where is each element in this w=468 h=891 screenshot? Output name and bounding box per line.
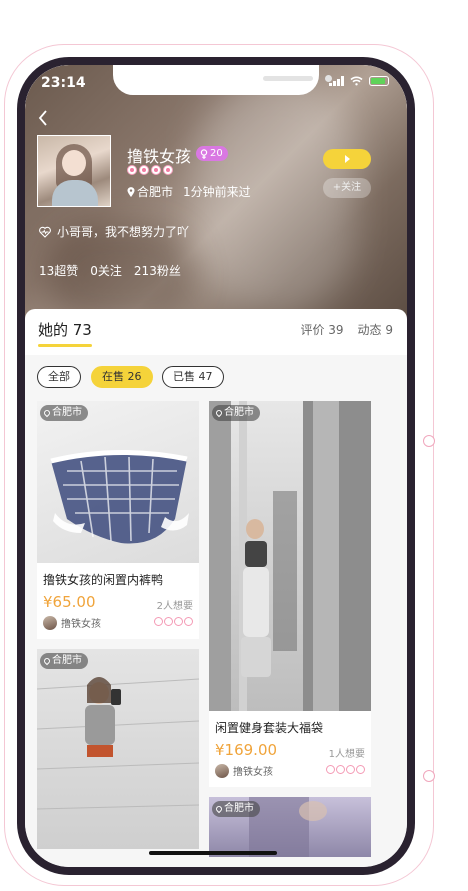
product-title: 撸铁女孩的闲置内裤鸭 bbox=[43, 573, 164, 587]
seller-avatar bbox=[43, 615, 57, 630]
seller-hearts bbox=[154, 617, 193, 626]
filter-all[interactable]: 全部 bbox=[37, 366, 81, 388]
product-image bbox=[37, 649, 199, 849]
level-badge: 20 bbox=[196, 146, 228, 161]
app-screen: 23:14 撸铁女孩 20 合肥市 1分钟前来过 +关注 小哥哥，我不想努力了吖… bbox=[25, 65, 407, 867]
profile-stats: 13超赞 0关注 213粉丝 bbox=[39, 262, 181, 279]
heart-icon bbox=[127, 165, 137, 175]
location-pin-icon bbox=[42, 656, 52, 666]
heart-icon bbox=[336, 765, 345, 774]
profile-tabs: 她的 73 评价 39 动态 9 bbox=[25, 309, 407, 355]
battery-icon bbox=[369, 76, 389, 86]
play-button[interactable] bbox=[323, 149, 371, 169]
location-tag: 合肥市 bbox=[212, 405, 260, 421]
wifi-icon bbox=[350, 76, 363, 86]
credit-hearts bbox=[127, 165, 173, 175]
filter-on-sale[interactable]: 在售 26 bbox=[91, 366, 153, 388]
level-value: 20 bbox=[210, 148, 223, 159]
product-title: 闲置健身套装大福袋 bbox=[215, 721, 324, 735]
location-pin-icon bbox=[127, 186, 135, 197]
want-count: 1人想要 bbox=[328, 749, 365, 760]
product-card[interactable]: 合肥市 撸铁女孩的闲置内裤鸭 ¥65.00 2人想要 撸铁女孩 bbox=[37, 401, 199, 639]
heart-icon bbox=[346, 765, 355, 774]
location-line: 合肥市 1分钟前来过 bbox=[127, 183, 251, 200]
location-pin-icon bbox=[214, 408, 224, 418]
product-price: ¥65.00 bbox=[43, 593, 96, 611]
tab-reviews[interactable]: 评价 39 bbox=[300, 321, 343, 338]
product-card[interactable]: 合肥市 闲置健身套装大福袋 ¥169.00 1人想要 撸铁女孩 bbox=[209, 401, 371, 787]
play-icon bbox=[344, 155, 350, 163]
profile-location: 合肥市 bbox=[137, 185, 174, 199]
side-button bbox=[423, 435, 435, 447]
want-count: 2人想要 bbox=[156, 601, 193, 612]
location-tag: 合肥市 bbox=[212, 801, 260, 817]
location-pin-icon bbox=[214, 804, 224, 814]
location-tag: 合肥市 bbox=[40, 405, 88, 421]
location-tag: 合肥市 bbox=[40, 653, 88, 669]
status-time: 23:14 bbox=[41, 75, 86, 91]
heart-icon bbox=[151, 165, 161, 175]
product-card[interactable]: 合肥市 bbox=[209, 797, 371, 857]
heart-icon bbox=[184, 617, 193, 626]
seller: 撸铁女孩 bbox=[215, 763, 273, 778]
notch bbox=[113, 65, 332, 95]
heart-icon bbox=[163, 165, 173, 175]
filter-sold[interactable]: 已售 47 bbox=[162, 366, 224, 388]
product-card[interactable]: 合肥市 bbox=[37, 649, 199, 849]
tab-moments[interactable]: 动态 9 bbox=[358, 321, 393, 338]
chevron-left-icon bbox=[38, 110, 47, 126]
heart-icon bbox=[164, 617, 173, 626]
side-button bbox=[423, 770, 435, 782]
status-icons bbox=[329, 76, 389, 86]
heart-pulse-icon bbox=[39, 226, 51, 238]
product-image bbox=[37, 401, 199, 563]
profile-header: 23:14 撸铁女孩 20 合肥市 1分钟前来过 +关注 小哥哥，我不想努力了吖… bbox=[25, 65, 407, 327]
follow-button[interactable]: +关注 bbox=[323, 178, 371, 198]
heart-icon bbox=[154, 617, 163, 626]
phone-frame: 23:14 撸铁女孩 20 合肥市 1分钟前来过 +关注 小哥哥，我不想努力了吖… bbox=[17, 57, 415, 875]
heart-icon bbox=[356, 765, 365, 774]
product-price: ¥169.00 bbox=[215, 741, 278, 759]
location-pin-icon bbox=[42, 408, 52, 418]
home-indicator[interactable] bbox=[149, 851, 277, 855]
back-button[interactable] bbox=[38, 109, 48, 129]
tab-items[interactable]: 她的 73 bbox=[38, 319, 92, 340]
bio-text: 小哥哥，我不想努力了吖 bbox=[57, 225, 190, 239]
product-image bbox=[209, 401, 371, 711]
filter-bar: 全部 在售 26 已售 47 bbox=[25, 355, 407, 397]
avatar[interactable] bbox=[37, 135, 111, 207]
profile-name: 撸铁女孩 bbox=[127, 147, 192, 166]
seller: 撸铁女孩 bbox=[43, 615, 101, 630]
stat-likes[interactable]: 13超赞 bbox=[39, 262, 78, 279]
heart-icon bbox=[326, 765, 335, 774]
active-tab-indicator bbox=[38, 344, 92, 347]
heart-icon bbox=[139, 165, 149, 175]
last-seen: 1分钟前来过 bbox=[183, 185, 251, 199]
stat-following[interactable]: 0关注 bbox=[90, 262, 122, 279]
seller-avatar bbox=[215, 763, 229, 778]
heart-icon bbox=[174, 617, 183, 626]
seller-hearts bbox=[326, 765, 365, 774]
female-icon bbox=[200, 148, 208, 159]
bio: 小哥哥，我不想努力了吖 bbox=[39, 223, 189, 240]
stat-fans[interactable]: 213粉丝 bbox=[134, 262, 181, 279]
